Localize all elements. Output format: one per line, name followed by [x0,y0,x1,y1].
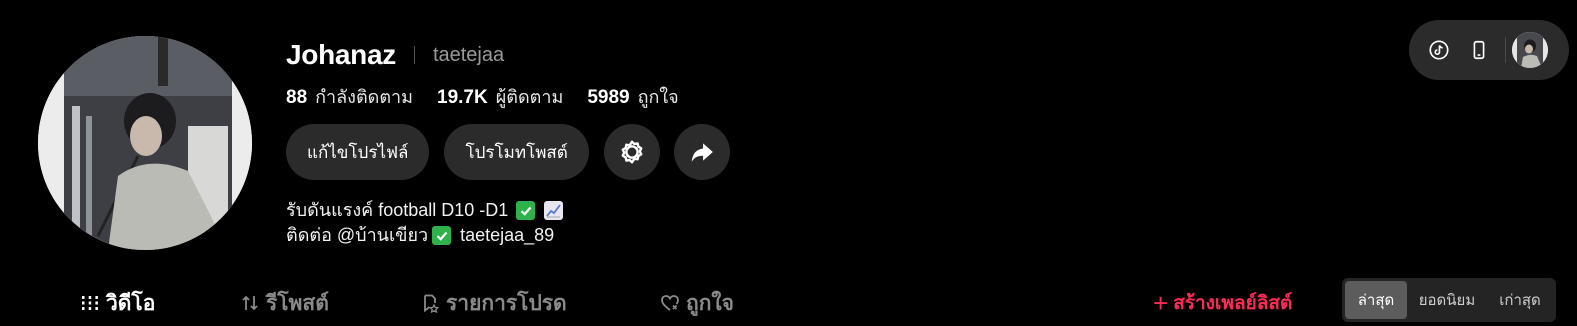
bio-text-2: ติดต่อ @บ้านเขียว [286,225,429,245]
bio-line-1: รับดันแรงค์ football D10 -D1 [286,198,564,223]
tab-liked[interactable]: ถูกใจ [660,287,734,320]
user-avatar-small[interactable] [1512,32,1548,68]
followers-stat[interactable]: 19.7K ผู้ติดตาม [437,82,563,111]
promote-post-button[interactable]: โปรโมทโพสต์ [444,124,589,180]
bio-line-2: ติดต่อ @บ้านเขียว taetejaa_89 [286,223,563,248]
following-count: 88 [286,87,308,108]
share-arrow-icon [691,143,713,162]
create-playlist-label: สร้างเพลย์ลิสต์ [1173,293,1293,314]
bookmark-icon [424,294,440,313]
share-button[interactable] [673,124,730,180]
check-mark-icon [432,226,452,245]
likes-label: ถูกใจ [637,87,679,107]
tab-reposts-label: รีโพสต์ [266,291,329,315]
bio-text-1: รับดันแรงค์ football D10 -D1 [286,200,509,220]
likes-count: 5989 [587,87,630,108]
tab-favorites-label: รายการโปรด [446,291,567,315]
edit-profile-button[interactable]: แก้ไขโปรไฟล์ [286,124,430,180]
sort-oldest[interactable]: เก่าสุด [1487,281,1553,319]
chart-increasing-icon [544,201,564,220]
followers-label: ผู้ติดตาม [495,87,564,107]
profile-actions: แก้ไขโปรไฟล์ โปรโมทโพสต์ [286,124,744,180]
profile-page: Johanaz taetejaa 88 กำลังติดตาม 19.7K ผู… [0,0,1577,326]
gear-icon [621,140,643,164]
create-playlist-button[interactable]: + สร้างเพลย์ลิสต์ [1153,288,1292,318]
profile-tabs: วิดีโอ รีโพสต์ รายการโปรด ถูกใจ [80,284,734,322]
profile-avatar[interactable] [38,36,252,250]
tab-videos[interactable]: วิดีโอ [80,287,240,320]
controls-divider [1505,37,1506,63]
likes-stat: 5989 ถูกใจ [587,82,678,111]
name-row: Johanaz taetejaa [286,38,504,72]
repost-icon [242,295,258,311]
display-name: Johanaz [286,39,396,70]
tab-reposts[interactable]: รีโพสต์ [240,287,420,320]
settings-button[interactable] [603,124,660,180]
following-stat[interactable]: 88 กำลังติดตาม [286,82,413,111]
tab-favorites[interactable]: รายการโปรด [420,287,660,320]
phone-icon[interactable] [1459,30,1499,70]
tiktok-icon[interactable] [1419,30,1459,70]
bio: รับดันแรงค์ football D10 -D1 ติดต่อ @บ้า… [286,198,564,248]
top-controls [1409,20,1569,80]
sort-segmented-control: ล่าสุด ยอดนิยม เก่าสุด [1342,278,1556,322]
sort-latest[interactable]: ล่าสุด [1345,281,1407,319]
plus-icon: + [1153,288,1169,318]
avatar-photo [38,36,252,250]
username: taetejaa [432,43,505,66]
following-label: กำลังติดตาม [315,87,414,107]
tab-liked-label: ถูกใจ [686,291,734,315]
sort-popular[interactable]: ยอดนิยม [1407,281,1487,319]
check-mark-icon [516,201,536,220]
stats-row: 88 กำลังติดตาม 19.7K ผู้ติดตาม 5989 ถูกใ… [286,82,703,108]
followers-count: 19.7K [437,87,488,108]
bio-text-3: taetejaa_89 [460,225,555,245]
name-divider [413,46,415,64]
grid-icon [82,296,98,310]
heart-icon [661,295,679,311]
tab-videos-label: วิดีโอ [106,291,156,315]
